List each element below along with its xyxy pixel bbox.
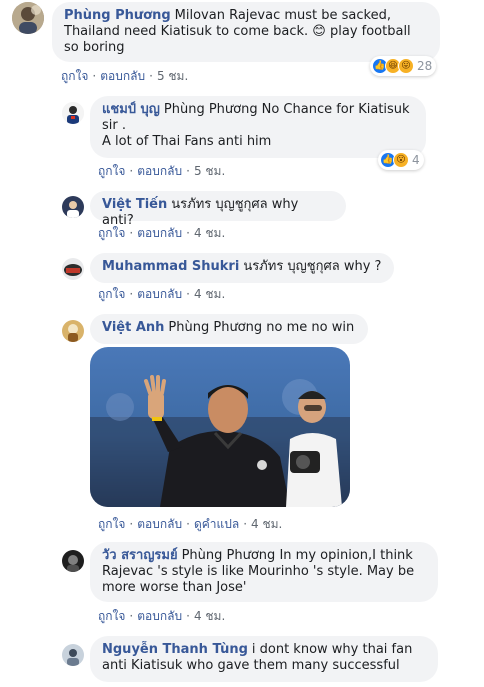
comment-bubble: Việt Tiến นรภัทร บุญชูกุศล why anti? — [90, 191, 346, 228]
comment-actions: ถูกใจ · ตอบกลับ · 5 ชม. — [61, 69, 189, 83]
commenter-name[interactable]: Muhammad Shukri — [102, 259, 239, 274]
avatar[interactable] — [62, 550, 84, 572]
comment-bubble: แชมป์ บุญ Phùng Phương No Chance for Kiati… — [90, 96, 426, 158]
reply-link[interactable]: ตอบกลับ — [137, 226, 182, 240]
wow-reaction-icon: 😮 — [393, 152, 409, 168]
avatar-photo-icon — [62, 320, 84, 342]
reactions-summary[interactable]: 👍 😆 😛 28 — [370, 56, 437, 76]
tongue-reaction-icon: 😛 — [398, 58, 414, 74]
avatar[interactable] — [62, 196, 84, 218]
comment-text: no me no win — [266, 320, 355, 335]
avatar[interactable] — [12, 2, 44, 34]
tagged-name[interactable]: นรภัทร บุญชูกุศล — [171, 197, 267, 212]
tagged-name[interactable]: Phùng Phương — [182, 548, 276, 563]
like-link[interactable]: ถูกใจ — [98, 164, 125, 178]
comment-actions: ถูกใจ · ตอบกลับ · 4 ชม. — [98, 609, 226, 623]
comment-actions: ถูกใจ · ตอบกลับ · 4 ชม. — [98, 226, 226, 240]
commenter-name[interactable]: Việt Anh — [102, 320, 164, 335]
reactions-summary[interactable]: 👍 😮 4 — [378, 150, 424, 170]
comment-bubble: Phùng Phương Milovan Rajevac must be sack… — [52, 2, 440, 62]
avatar-photo-icon — [62, 258, 84, 280]
comment-text: why ? — [343, 259, 382, 274]
comment-actions: ถูกใจ · ตอบกลับ · ดูคำแปล · 4 ชม. — [98, 517, 283, 531]
tagged-name[interactable]: นรภัทร บุญชูกุศล — [243, 259, 339, 274]
tagged-name[interactable]: Phùng Phương — [168, 320, 262, 335]
comment-actions: ถูกใจ · ตอบกลับ · 4 ชม. — [98, 287, 226, 301]
timestamp[interactable]: 5 ชม. — [194, 164, 225, 178]
timestamp[interactable]: 5 ชม. — [157, 69, 188, 83]
timestamp[interactable]: 4 ชม. — [194, 287, 225, 301]
avatar-photo-icon — [62, 550, 84, 572]
tagged-name[interactable]: Phùng Phương — [164, 102, 258, 117]
comment-photo[interactable] — [90, 347, 350, 507]
reply-link[interactable]: ตอบกลับ — [137, 609, 182, 623]
coach-waving-photo-icon — [90, 347, 350, 507]
commenter-name[interactable]: Việt Tiến — [102, 197, 167, 212]
avatar[interactable] — [62, 102, 84, 124]
comment-bubble: Việt Anh Phùng Phương no me no win — [90, 314, 368, 344]
commenter-name[interactable]: วัว สราญรมย์ — [102, 548, 178, 563]
comment-text-line2: A lot of Thai Fans anti him — [102, 134, 272, 149]
avatar-photo-icon — [62, 196, 84, 218]
comment-bubble: Muhammad Shukri นรภัทร บุญชูกุศล why ? — [90, 253, 394, 283]
avatar[interactable] — [62, 258, 84, 280]
see-translation-link[interactable]: ดูคำแปล — [194, 517, 239, 531]
reply-link[interactable]: ตอบกลับ — [137, 517, 182, 531]
reaction-count: 4 — [412, 153, 420, 167]
like-link[interactable]: ถูกใจ — [98, 287, 125, 301]
avatar[interactable] — [62, 644, 84, 666]
reply-link[interactable]: ตอบกลับ — [137, 287, 182, 301]
reaction-count: 28 — [417, 59, 433, 73]
comment-bubble: วัว สราญรมย์ Phùng Phương In my opinion,I… — [90, 542, 438, 602]
timestamp[interactable]: 4 ชม. — [194, 226, 225, 240]
commenter-name[interactable]: Phùng Phương — [64, 8, 171, 23]
commenter-name[interactable]: แชมป์ บุญ — [102, 102, 160, 117]
avatar-photo-icon — [62, 644, 84, 666]
commenter-name[interactable]: Nguyễn Thanh Tùng — [102, 642, 248, 657]
avatar-photo-icon — [62, 102, 84, 124]
like-link[interactable]: ถูกใจ — [61, 69, 88, 83]
like-link[interactable]: ถูกใจ — [98, 517, 125, 531]
like-link[interactable]: ถูกใจ — [98, 226, 125, 240]
timestamp[interactable]: 4 ชม. — [251, 517, 282, 531]
reply-link[interactable]: ตอบกลับ — [137, 164, 182, 178]
avatar-photo-icon — [12, 2, 44, 34]
timestamp[interactable]: 4 ชม. — [194, 609, 225, 623]
comment-actions: ถูกใจ · ตอบกลับ · 5 ชม. — [98, 164, 226, 178]
like-link[interactable]: ถูกใจ — [98, 609, 125, 623]
avatar[interactable] — [62, 320, 84, 342]
comment-bubble: Nguyễn Thanh Tùng i dont know why thai fa… — [90, 636, 438, 682]
reply-link[interactable]: ตอบกลับ — [100, 69, 145, 83]
